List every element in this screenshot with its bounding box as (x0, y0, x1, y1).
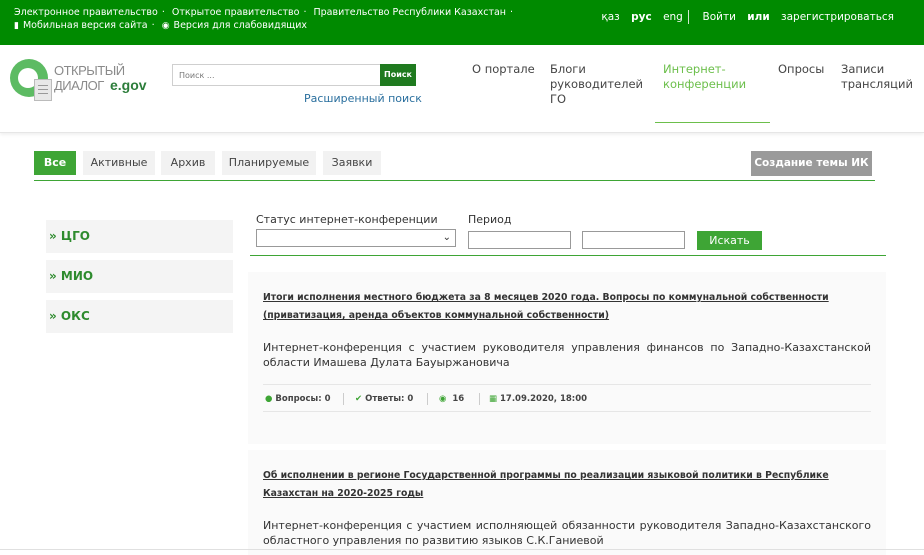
top-links: Электронное правительство · Открытое прав… (14, 7, 514, 31)
open-gov-link[interactable]: Открытое правительство (172, 7, 300, 18)
status-select[interactable]: ⌄ (256, 229, 456, 247)
tab-requests[interactable]: Заявки (323, 151, 381, 175)
mobile-version-link[interactable]: Мобильная версия сайта (23, 20, 148, 31)
tab-archive[interactable]: Архив (161, 151, 215, 175)
gov-rk-link[interactable]: Правительство Республики Казахстан (314, 7, 507, 18)
nav-polls[interactable]: Опросы (778, 62, 833, 77)
logo-text-1: ОТКРЫТЫЙ (54, 63, 125, 78)
tabs-divider (34, 180, 875, 181)
tab-active[interactable]: Активные (83, 151, 155, 175)
top-right: қаз рус eng Войти или зарегистрироваться (601, 10, 894, 24)
questions-text: Вопросы: 0 (275, 394, 331, 404)
questions-count: ● Вопросы: 0 (265, 394, 331, 404)
lang-eng[interactable]: eng (663, 11, 683, 23)
divider (688, 10, 690, 24)
sidebar-item-oks[interactable]: » ОКС (46, 300, 233, 333)
tab-planned[interactable]: Планируемые (222, 151, 316, 175)
logo-document-icon (34, 79, 52, 101)
egov-link[interactable]: Электронное правительство (14, 7, 158, 18)
advanced-search-link[interactable]: Расширенный поиск (304, 92, 422, 105)
mobile-icon: ▮ (14, 21, 19, 31)
answers-count: ✔ Ответы: 0 (355, 394, 413, 404)
conference-description: Интернет-конференция с участием исполняю… (263, 519, 871, 547)
filter-divider (250, 255, 886, 256)
create-topic-button[interactable]: Создание темы ИК (751, 151, 872, 176)
login-link[interactable]: Войти (703, 11, 736, 23)
conference-description: Интернет-конференция с участием руководи… (263, 341, 871, 369)
logo-egov: e.gov (110, 77, 147, 93)
bottom-divider (0, 549, 924, 550)
header: ОТКРЫТЫЙ ДИАЛОГ e.gov Поиск Расширенный … (0, 45, 924, 133)
eye-icon: ◉ (161, 21, 170, 31)
nav-broadcasts[interactable]: Записи трансляций (841, 62, 921, 92)
conference-card: Об исполнении в регионе Государственной … (248, 450, 886, 555)
eye-icon: ◉ (439, 394, 447, 404)
search-input[interactable] (172, 64, 381, 86)
calendar-icon: ▦ (489, 394, 498, 404)
conference-title[interactable]: Об исполнении в регионе Государственной … (263, 467, 871, 503)
top-bar: Электронное правительство · Открытое прав… (0, 0, 924, 45)
filter-search-button[interactable]: Искать (697, 231, 762, 250)
date-text: 17.09.2020, 18:00 (500, 394, 588, 404)
views-count: ◉ 16 (439, 394, 464, 404)
answers-text: Ответы: 0 (365, 394, 414, 404)
search-button[interactable]: Поиск (380, 64, 416, 86)
nav-about[interactable]: О портале (472, 62, 537, 77)
period-to-input[interactable] (582, 231, 685, 249)
logo-text-2: ДИАЛОГ (54, 78, 104, 93)
check-icon: ✔ (355, 394, 363, 404)
chevron-down-icon: ⌄ (442, 232, 451, 243)
register-link[interactable]: зарегистрироваться (781, 11, 894, 23)
accessible-version-link[interactable]: Версия для слабовидящих (174, 20, 308, 31)
nav-internet-conferences[interactable]: Интернет-конференции (655, 62, 770, 123)
sidebar-item-cgo[interactable]: » ЦГО (46, 220, 233, 253)
question-icon: ● (265, 394, 273, 404)
status-label: Статус интернет-конференции (256, 213, 438, 226)
conference-card: Итоги исполнения местного бюджета за 8 м… (248, 272, 886, 444)
date: ▦ 17.09.2020, 18:00 (489, 394, 587, 404)
tab-all[interactable]: Все (34, 151, 76, 175)
lang-rus[interactable]: рус (631, 11, 652, 23)
sidebar-item-mio[interactable]: » МИО (46, 260, 233, 293)
search-box: Поиск (172, 64, 416, 86)
views-text: 16 (452, 394, 465, 404)
period-label: Период (468, 213, 512, 226)
nav-blogs[interactable]: Блоги руководителей ГО (550, 62, 645, 107)
conference-title[interactable]: Итоги исполнения местного бюджета за 8 м… (263, 289, 871, 325)
lang-kaz[interactable]: қаз (601, 11, 619, 23)
period-from-input[interactable] (468, 231, 571, 249)
conference-meta: ● Вопросы: 0 ✔ Ответы: 0 ◉ 16 ▦ 17.09.20… (263, 384, 871, 412)
site-logo[interactable]: ОТКРЫТЫЙ ДИАЛОГ e.gov (10, 59, 155, 103)
or-text: или (747, 11, 770, 23)
